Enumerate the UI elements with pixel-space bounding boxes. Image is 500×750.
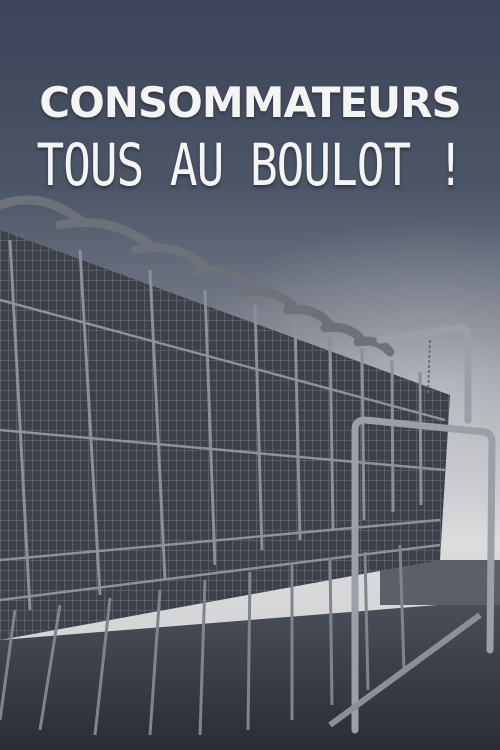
chain (427, 339, 431, 396)
shopping-carts-image (0, 195, 500, 750)
movie-poster: CONSOMMATEURS TOUS AU BOULOT ! (0, 0, 500, 750)
